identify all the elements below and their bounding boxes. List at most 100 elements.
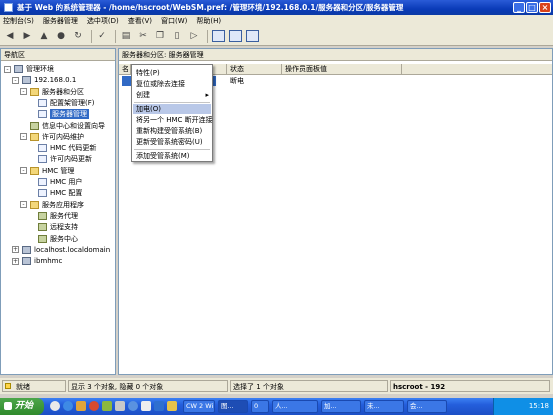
- menu-console[interactable]: 控制台(S): [3, 16, 34, 26]
- taskbar-item[interactable]: 未...: [364, 400, 404, 413]
- window-title-bar: 基于 Web 的系统管理器 - /home/hscroot/WebSM.pref…: [0, 0, 553, 15]
- cut-icon[interactable]: ✂: [136, 29, 150, 43]
- clock[interactable]: 15:18: [529, 402, 549, 410]
- maximize-button[interactable]: □: [526, 2, 538, 13]
- context-menu-item-label: 添加受管系统(M): [136, 152, 190, 160]
- start-button[interactable]: 开始: [0, 398, 44, 415]
- tree-item[interactable]: - 服务应用程序: [20, 200, 84, 210]
- menu-window[interactable]: 窗口(W): [161, 16, 187, 26]
- quick-launch-icon[interactable]: [128, 401, 138, 411]
- tree-item[interactable]: 服务中心: [28, 234, 78, 244]
- tree-item[interactable]: + ibmhmc: [12, 256, 62, 266]
- collapse-toggle-icon[interactable]: -: [12, 76, 19, 84]
- context-menu-item[interactable]: 特性(P): [133, 68, 211, 78]
- context-menu-item[interactable]: 复位或除去连接: [133, 79, 211, 89]
- tree-view-icon[interactable]: [245, 29, 259, 43]
- tree-item[interactable]: 远程支持: [28, 222, 78, 232]
- tree-item[interactable]: 许可内码更新: [28, 154, 92, 164]
- tree-item[interactable]: + localhost.localdomain: [12, 245, 110, 255]
- menu-selected[interactable]: 选中项(D): [87, 16, 119, 26]
- context-menu-item[interactable]: 更新受管系统密码(U): [133, 137, 211, 147]
- tree-item[interactable]: 配置架管理(F): [28, 98, 95, 108]
- collapse-toggle-icon[interactable]: -: [20, 88, 27, 96]
- minimize-button[interactable]: _: [513, 2, 525, 13]
- context-menu-item[interactable]: 将另一个 HMC 断开连接: [133, 115, 213, 125]
- expand-toggle-icon[interactable]: +: [12, 257, 19, 265]
- content-header: 服务器和分区: 服务器管理: [119, 49, 552, 61]
- menu-server-management[interactable]: 服务器管理: [43, 16, 78, 26]
- forward-icon[interactable]: ▶: [20, 29, 34, 43]
- close-button[interactable]: ×: [539, 2, 551, 13]
- quick-launch-icon[interactable]: [115, 401, 125, 411]
- doc-icon: [38, 189, 47, 198]
- taskbar-item[interactable]: 会...: [407, 400, 447, 413]
- context-menu-item[interactable]: 加电(O): [133, 104, 211, 114]
- pc-icon: [22, 257, 31, 266]
- tree-item[interactable]: - 许可内码维护: [20, 132, 84, 142]
- collapse-toggle-icon[interactable]: -: [4, 65, 11, 73]
- status-selected-count: 选择了 1 个对象: [230, 380, 388, 392]
- properties-icon[interactable]: ▤: [119, 29, 133, 43]
- quick-launch-icon[interactable]: [102, 401, 112, 411]
- windows-logo-icon: [4, 402, 12, 410]
- tree-item[interactable]: - 服务器和分区: [20, 87, 84, 97]
- tree-item[interactable]: - 管理环境: [4, 64, 54, 74]
- context-menu-item[interactable]: 重新构建受管系统(B): [133, 126, 211, 136]
- stop-icon[interactable]: ●: [54, 29, 68, 43]
- tree-item[interactable]: 服务代理: [28, 211, 78, 221]
- tree-item-label: 服务器管理: [50, 109, 89, 120]
- delete-icon[interactable]: ▯: [170, 29, 184, 43]
- taskbar-item[interactable]: CW 2 Wi: [183, 400, 215, 413]
- folder-icon: [30, 132, 39, 141]
- quick-launch-icon[interactable]: [76, 401, 86, 411]
- menu-help[interactable]: 帮助(H): [196, 16, 221, 26]
- icon-view-icon[interactable]: [228, 29, 242, 43]
- tree-item[interactable]: - HMC 管理: [20, 166, 74, 176]
- expand-toggle-icon[interactable]: +: [12, 246, 19, 254]
- taskbar-item[interactable]: 0: [251, 400, 269, 413]
- quick-launch-icon[interactable]: [89, 401, 99, 411]
- taskbar-item[interactable]: 图...: [218, 400, 248, 413]
- tree-item-label: HMC 代码更新: [50, 144, 97, 153]
- refresh-icon[interactable]: ↻: [71, 29, 85, 43]
- navigation-panel: 导航区 - 管理环境 -192.168.0.1- 服务器和分区 配置架管理(F) 服务器管…: [0, 48, 116, 375]
- doc-icon: [38, 178, 47, 186]
- collapse-toggle-icon[interactable]: -: [20, 201, 27, 209]
- taskbar: 开始 CW 2 Wi 图... 0 人... 加... 未... 会... 15…: [0, 398, 553, 415]
- tree-item[interactable]: - 192.168.0.1: [12, 75, 76, 85]
- quick-launch-icon[interactable]: [154, 401, 164, 411]
- tree-item[interactable]: HMC 代码更新: [28, 143, 96, 153]
- quick-launch-icon[interactable]: [63, 401, 73, 411]
- tree-item-label: 192.168.0.1: [34, 76, 77, 85]
- tree-item-label: 远程支持: [50, 223, 78, 232]
- context-menu-item-label: 将另一个 HMC 断开连接: [136, 116, 213, 124]
- menu-view[interactable]: 查看(V): [128, 16, 152, 26]
- run-icon[interactable]: ▷: [187, 29, 201, 43]
- list-view-icon[interactable]: [211, 29, 225, 43]
- copy-icon[interactable]: ❐: [153, 29, 167, 43]
- quick-launch-icon[interactable]: [50, 401, 60, 411]
- collapse-toggle-icon[interactable]: -: [20, 133, 27, 141]
- up-icon[interactable]: ▲: [37, 29, 51, 43]
- collapse-toggle-icon[interactable]: -: [20, 167, 27, 175]
- context-menu-item[interactable]: 创建 ▸: [133, 90, 211, 100]
- check-icon[interactable]: ✓: [95, 29, 109, 43]
- taskbar-item[interactable]: 人...: [272, 400, 318, 413]
- quick-launch-icon[interactable]: [167, 401, 177, 411]
- submenu-arrow-icon: ▸: [205, 91, 209, 99]
- quick-launch-icon[interactable]: [141, 401, 151, 411]
- tree-item[interactable]: HMC 配置: [28, 188, 82, 198]
- context-menu-item[interactable]: 添加受管系统(M): [133, 151, 211, 161]
- tree-item-label: 服务应用程序: [42, 200, 84, 209]
- tree-item[interactable]: 服务器管理: [28, 109, 89, 120]
- tree-item-label: 信息中心和设置向导: [42, 121, 105, 130]
- folder-icon: [30, 166, 39, 175]
- tree-item[interactable]: HMC 用户: [28, 177, 82, 187]
- pc-icon: [22, 76, 31, 85]
- tree-item[interactable]: 信息中心和设置向导: [20, 121, 105, 131]
- column-header-name[interactable]: 名: [119, 64, 131, 75]
- column-header-panel-value[interactable]: 操作员面板值: [282, 64, 402, 75]
- column-header-status[interactable]: 状态: [227, 64, 282, 75]
- taskbar-item[interactable]: 加...: [321, 400, 361, 413]
- back-icon[interactable]: ◀: [3, 29, 17, 43]
